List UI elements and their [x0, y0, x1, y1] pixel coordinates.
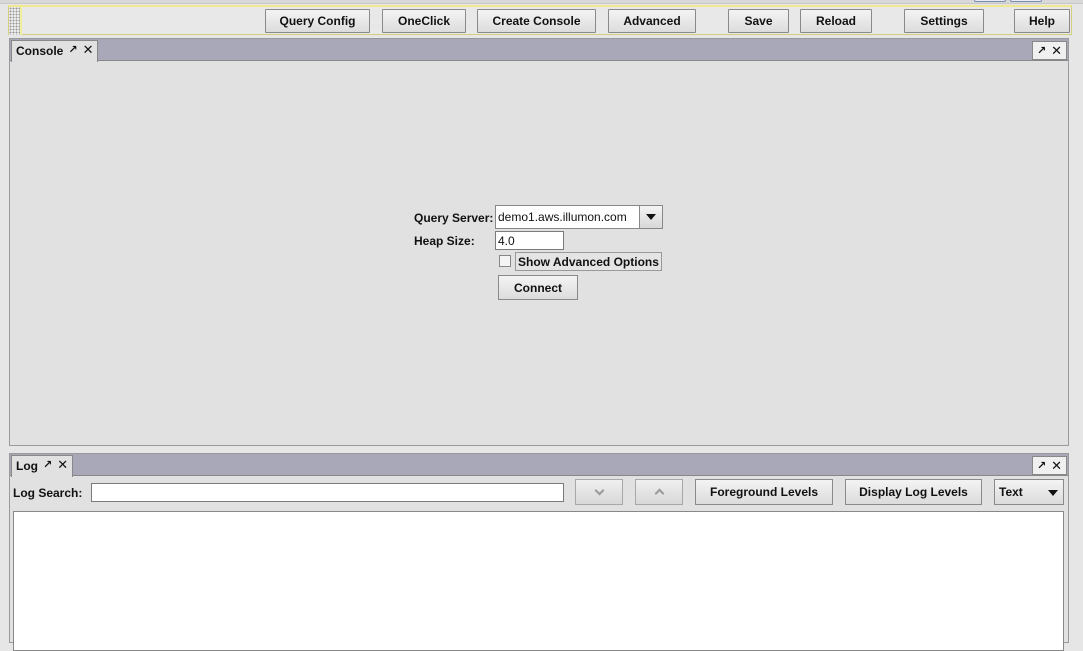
heap-size-label: Heap Size:: [414, 234, 475, 248]
log-panel-controls: ↗ ✕: [1032, 456, 1067, 475]
log-search-input[interactable]: [91, 483, 564, 502]
close-icon[interactable]: ✕: [57, 458, 68, 471]
query-server-select[interactable]: demo1.aws.illumon.com: [495, 205, 663, 229]
chevron-down-icon: [594, 485, 604, 496]
create-console-button[interactable]: Create Console: [477, 9, 596, 33]
pin-icon[interactable]: ↗: [43, 459, 52, 471]
console-panel-controls: ↗ ✕: [1032, 41, 1067, 60]
window-minimize-button[interactable]: [974, 0, 1006, 2]
save-button[interactable]: Save: [728, 9, 789, 33]
show-advanced-label[interactable]: Show Advanced Options: [515, 252, 662, 271]
query-config-button[interactable]: Query Config: [265, 9, 370, 33]
log-tab-bar: Log ↗ ✕ ↗ ✕: [10, 454, 1068, 477]
log-search-label: Log Search:: [13, 486, 83, 500]
window-maximize-button[interactable]: [1010, 0, 1042, 2]
pin-icon[interactable]: ↗: [1037, 460, 1046, 472]
console-tab-bar: Console ↗ ✕ ↗ ✕: [10, 39, 1068, 62]
window-top-strip: [0, 0, 1083, 4]
log-tab-label: Log: [16, 459, 38, 473]
console-tab-label: Console: [16, 44, 64, 58]
log-output-area[interactable]: [13, 511, 1064, 651]
close-icon[interactable]: ✕: [83, 43, 94, 56]
close-icon[interactable]: ✕: [1051, 459, 1062, 472]
query-server-dropdown-button[interactable]: [639, 206, 662, 228]
chevron-up-icon: [654, 488, 664, 499]
settings-button[interactable]: Settings: [904, 9, 984, 33]
oneclick-button[interactable]: OneClick: [382, 9, 466, 33]
log-panel: Log ↗ ✕ ↗ ✕ Log Search: Foreground Level…: [9, 453, 1069, 651]
log-format-select[interactable]: Text: [994, 479, 1064, 505]
main-toolbar: Query Config OneClick Create Console Adv…: [8, 5, 1072, 35]
tab-log[interactable]: Log ↗ ✕: [11, 455, 74, 477]
pin-icon[interactable]: ↗: [68, 44, 77, 56]
help-button[interactable]: Help: [1014, 9, 1070, 33]
connect-button[interactable]: Connect: [498, 275, 578, 300]
console-panel: Console ↗ ✕ ↗ ✕ Query Server: demo1.aws.…: [9, 38, 1069, 446]
foreground-levels-button[interactable]: Foreground Levels: [695, 479, 833, 505]
heap-size-input[interactable]: [495, 231, 564, 250]
chevron-down-icon: [646, 214, 656, 220]
display-log-levels-button[interactable]: Display Log Levels: [845, 479, 982, 505]
pin-icon[interactable]: ↗: [1037, 45, 1046, 57]
search-previous-button[interactable]: [635, 479, 683, 505]
search-next-button[interactable]: [575, 479, 623, 505]
chevron-down-icon: [1048, 490, 1058, 496]
reload-button[interactable]: Reload: [800, 9, 872, 33]
close-icon[interactable]: ✕: [1051, 44, 1062, 57]
toolbar-grip-handle[interactable]: [9, 7, 22, 35]
log-format-value: Text: [999, 485, 1023, 499]
query-server-value: demo1.aws.illumon.com: [498, 210, 627, 224]
show-advanced-checkbox[interactable]: [499, 255, 511, 267]
advanced-button[interactable]: Advanced: [608, 9, 696, 33]
tab-console[interactable]: Console ↗ ✕: [11, 40, 99, 62]
query-server-label: Query Server:: [414, 211, 494, 225]
